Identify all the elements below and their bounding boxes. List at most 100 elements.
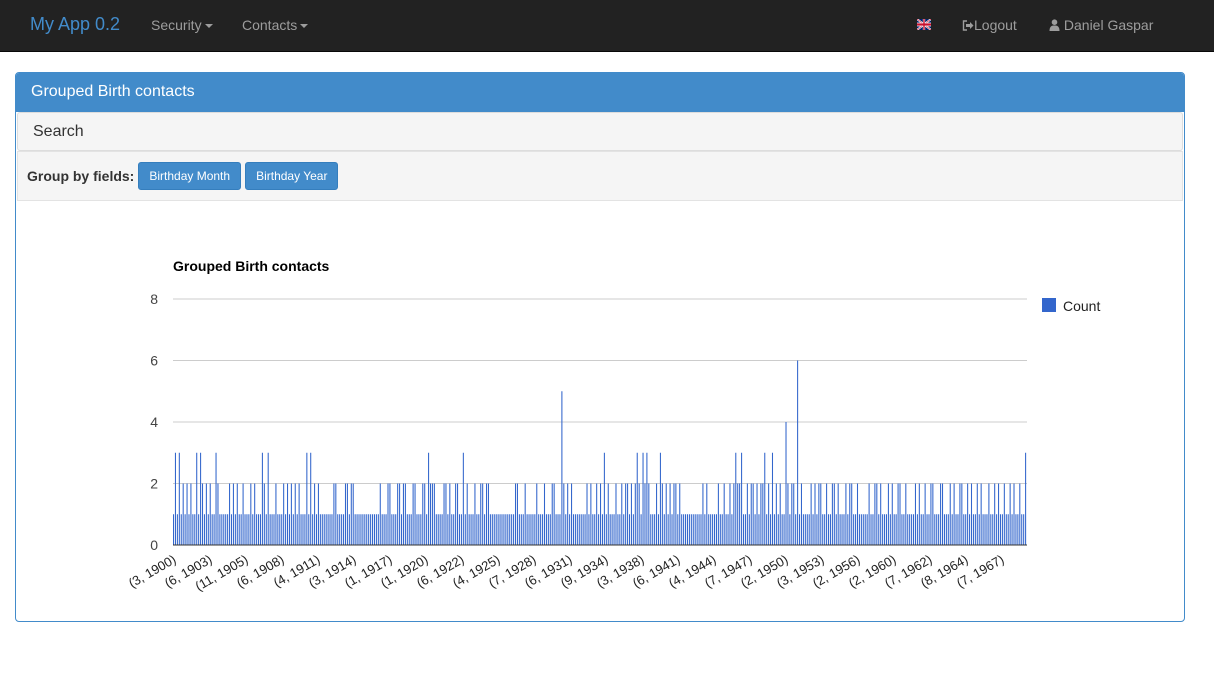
bar	[783, 514, 785, 545]
bar	[600, 483, 602, 545]
bar	[227, 514, 229, 545]
bar	[849, 483, 851, 545]
bar	[207, 514, 209, 545]
bar	[632, 514, 634, 545]
bar	[911, 514, 913, 545]
bar	[474, 483, 476, 545]
bar	[853, 514, 855, 545]
bar	[410, 514, 412, 545]
bar	[907, 514, 909, 545]
bar	[692, 514, 694, 545]
bar	[184, 514, 186, 545]
bar	[594, 514, 596, 545]
y-tick-label: 0	[150, 537, 158, 553]
chart-title: Grouped Birth contacts	[173, 258, 330, 274]
bar	[314, 483, 316, 545]
bar	[491, 514, 493, 545]
bar	[511, 514, 513, 545]
bar	[433, 483, 435, 545]
bar	[603, 452, 605, 545]
bar	[802, 514, 804, 545]
bar	[514, 483, 517, 545]
bar	[331, 514, 333, 545]
bar	[424, 483, 426, 545]
bar	[258, 514, 260, 545]
bar	[667, 514, 669, 545]
bar	[882, 514, 884, 545]
bar	[990, 514, 992, 545]
bar	[781, 514, 783, 545]
bar	[493, 514, 495, 545]
bar	[731, 514, 733, 545]
bar	[545, 514, 547, 545]
bar	[561, 391, 563, 545]
bar	[972, 514, 974, 545]
bar	[675, 483, 677, 545]
bar	[281, 514, 283, 545]
bar	[816, 514, 818, 545]
bar	[333, 483, 335, 545]
bar	[404, 483, 406, 545]
bar	[1005, 514, 1007, 545]
bar	[683, 514, 685, 545]
bar	[640, 514, 642, 545]
bar	[536, 483, 538, 545]
bar	[230, 514, 233, 545]
bar	[835, 514, 837, 545]
bar	[308, 514, 310, 545]
bar	[341, 514, 343, 545]
bar	[768, 483, 770, 545]
y-tick-label: 4	[150, 414, 158, 430]
bar	[542, 514, 544, 545]
bar	[236, 483, 238, 545]
bar	[938, 514, 940, 545]
bar	[399, 483, 401, 545]
bar	[217, 483, 219, 545]
bar	[715, 514, 717, 545]
bar	[808, 514, 810, 545]
bar	[893, 514, 895, 545]
bar	[729, 483, 731, 545]
bar	[269, 514, 271, 545]
bar	[924, 483, 926, 545]
bar	[945, 514, 947, 545]
bar	[370, 514, 372, 545]
bar	[321, 514, 323, 545]
bar	[563, 483, 565, 545]
bar	[387, 483, 389, 545]
bar	[393, 514, 395, 545]
bar	[694, 514, 696, 545]
bar	[723, 483, 725, 545]
bar	[965, 514, 967, 545]
bar	[569, 514, 571, 545]
bar	[698, 514, 700, 545]
bar	[509, 514, 511, 545]
bar	[791, 483, 793, 545]
bar	[806, 514, 808, 545]
bar	[534, 514, 536, 545]
bar	[874, 483, 876, 545]
bar	[762, 483, 764, 545]
bar	[368, 514, 370, 545]
bar	[686, 514, 689, 545]
bar	[346, 483, 348, 545]
bar	[737, 483, 739, 545]
bar	[706, 483, 708, 545]
bar	[657, 514, 660, 545]
bar	[457, 483, 459, 545]
bar	[1025, 452, 1027, 545]
bar	[354, 514, 356, 545]
bar	[613, 514, 615, 545]
bar	[431, 483, 433, 545]
bar	[673, 483, 675, 545]
bar	[609, 514, 611, 545]
bar	[505, 514, 507, 545]
bar	[656, 483, 658, 545]
bar	[356, 514, 358, 545]
bar	[402, 483, 404, 545]
bar	[200, 452, 202, 545]
bar	[648, 483, 650, 545]
bar	[756, 483, 758, 545]
bar	[760, 483, 762, 545]
bar	[895, 514, 897, 545]
